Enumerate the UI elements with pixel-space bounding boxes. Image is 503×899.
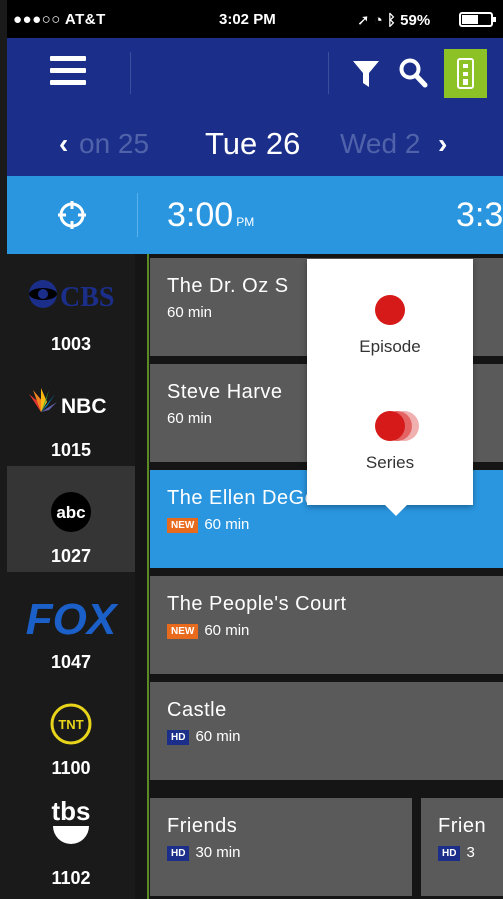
bluetooth-icon: ᛒ <box>386 12 396 29</box>
channel-number: 1100 <box>51 758 91 778</box>
toolbar-divider <box>328 52 329 94</box>
program-meta: NEW 60 min <box>167 516 249 533</box>
status-icons: ➚ ◔ ᛒ 59% <box>357 11 430 29</box>
tbs-logo-text: tbs <box>52 796 91 826</box>
location-icon: ➚ <box>357 12 370 29</box>
cbs-logo: CBS <box>7 276 135 324</box>
channel-number: 1015 <box>50 440 92 460</box>
program-title: The People's Court <box>167 593 347 615</box>
abc-logo-text: abc <box>56 503 85 522</box>
cbs-logo-text: CBS <box>60 282 114 313</box>
channel-fox[interactable]: FOX 1047 <box>7 572 135 678</box>
program-title: Friends <box>167 815 238 837</box>
program-duration: 30 min <box>195 844 241 861</box>
channel-tbs[interactable]: tbs 1102 <box>7 784 135 890</box>
current-day-label: Tue 26 <box>205 126 301 161</box>
hamburger-icon[interactable] <box>50 56 86 88</box>
status-bar: ●●●○○ AT&T 3:02 PM ➚ ◔ ᛒ 59% <box>7 0 503 38</box>
new-badge: NEW <box>167 518 199 533</box>
channel-number: 1027 <box>50 546 92 566</box>
time-ampm: PM <box>236 215 255 229</box>
program-duration: 60 min <box>204 516 250 533</box>
carrier-label: ●●●○○ AT&T <box>13 11 106 28</box>
tnt-logo: TNT <box>7 700 135 748</box>
remote-button[interactable] <box>444 49 487 98</box>
program-duration: 3 <box>466 844 475 861</box>
program-meta: NEW 60 min <box>167 622 249 639</box>
tnt-logo-text: TNT <box>58 717 83 732</box>
search-icon[interactable] <box>398 57 428 89</box>
channel-number: 1003 <box>50 334 92 354</box>
program-duration: 60 min <box>167 410 213 427</box>
channel-tnt[interactable]: TNT 1100 <box>7 678 135 784</box>
record-series-button[interactable]: Series <box>307 377 473 505</box>
hd-badge: HD <box>438 846 461 861</box>
channel-abc[interactable]: abc 1027 <box>7 466 145 572</box>
date-navigation: ‹ on 25 Tue 26 Wed 2 › <box>7 108 503 176</box>
nbc-logo: NBC <box>7 382 135 430</box>
program-cell[interactable]: Frien HD 3 <box>421 798 503 896</box>
channel-number: 1047 <box>50 652 92 672</box>
channel-list: CBS 1003 NBC 1015 abc 1027 FOX 1047 TNT … <box>7 254 145 899</box>
time-slot-current: 3:00 PM <box>167 196 254 235</box>
popover-arrow <box>384 504 408 516</box>
record-popover: Episode Series <box>307 259 473 516</box>
toolbar-divider <box>130 52 131 94</box>
nbc-logo-text: NBC <box>61 395 107 418</box>
program-duration: 60 min <box>204 622 250 639</box>
episode-label: Episode <box>359 337 421 356</box>
hd-badge: HD <box>167 730 190 745</box>
fox-logo-text: FOX <box>26 595 119 644</box>
program-duration: 60 min <box>195 728 241 745</box>
previous-day-chevron-icon[interactable]: ‹ <box>59 128 68 160</box>
program-cell[interactable]: Friends HD 30 min <box>150 798 412 896</box>
program-meta: HD 60 min <box>167 728 240 745</box>
next-day-chevron-icon[interactable]: › <box>438 128 447 160</box>
filter-icon[interactable] <box>352 58 380 90</box>
jump-to-now-icon[interactable] <box>57 200 87 230</box>
record-icon <box>375 295 405 325</box>
remote-icon <box>457 58 474 89</box>
program-title: Castle <box>167 699 227 721</box>
fox-logo: FOX <box>7 594 135 644</box>
tbs-logo: tbs <box>7 796 135 844</box>
program-title: Frien <box>438 815 487 837</box>
program-duration: 60 min <box>167 304 213 321</box>
hd-badge: HD <box>167 846 190 861</box>
series-label: Series <box>365 453 415 472</box>
new-badge: NEW <box>167 624 199 639</box>
battery-icon <box>459 12 496 27</box>
record-episode-button[interactable]: Episode <box>307 259 473 377</box>
alarm-icon: ◔ <box>373 12 383 29</box>
channel-number: 1102 <box>51 868 91 888</box>
tv-guide-screen: ●●●○○ AT&T 3:02 PM ➚ ◔ ᛒ 59% ‹ on 25 Tue… <box>7 0 503 899</box>
current-time-line <box>147 254 149 899</box>
channel-nbc[interactable]: NBC 1015 <box>7 360 135 466</box>
previous-day-label[interactable]: on 25 <box>79 128 149 160</box>
status-time: 3:02 PM <box>219 11 276 28</box>
program-meta: HD 30 min <box>167 844 240 861</box>
next-day-label[interactable]: Wed 2 <box>340 128 420 160</box>
battery-percent: 59% <box>400 12 431 29</box>
program-title: Steve Harve <box>167 381 283 403</box>
program-cell[interactable]: The People's Court NEW 60 min <box>150 576 503 674</box>
program-meta: HD 3 <box>438 844 475 861</box>
abc-logo: abc <box>7 488 135 536</box>
program-cell[interactable]: Castle HD 60 min <box>150 682 503 780</box>
time-divider <box>137 193 138 237</box>
toolbar <box>7 38 503 108</box>
time-bar: 3:00 PM 3:3 <box>7 176 503 254</box>
channel-cbs[interactable]: CBS 1003 <box>7 254 135 360</box>
time-slot-current-value: 3:00 <box>167 196 234 234</box>
program-title: The Dr. Oz S <box>167 275 289 297</box>
time-slot-next: 3:3 <box>456 196 503 234</box>
